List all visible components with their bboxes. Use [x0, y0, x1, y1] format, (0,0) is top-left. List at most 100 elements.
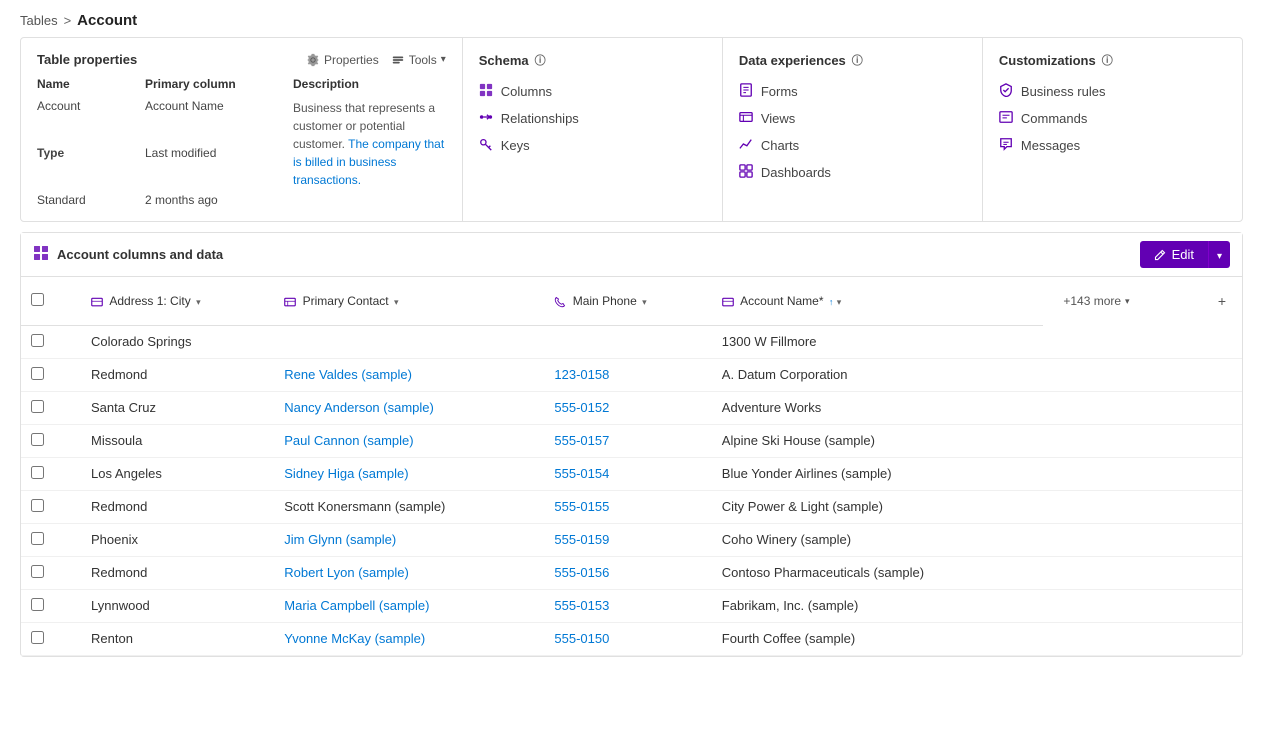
contact-cell[interactable]: Maria Campbell (sample) [274, 589, 544, 622]
account-name-cell: Fabrikam, Inc. (sample) [712, 589, 1044, 622]
address1city-header-label: Address 1: City [109, 294, 190, 308]
add-column-button[interactable]: + [1212, 285, 1232, 317]
edit-dropdown-button[interactable]: ▾ [1208, 241, 1230, 268]
row-checkbox-cell [21, 457, 81, 490]
address-col-icon [91, 294, 106, 308]
more-columns-button[interactable]: +143 more ▾ [1053, 286, 1191, 316]
customizations-info-icon[interactable]: ⓘ [1102, 52, 1113, 68]
contact-cell[interactable]: Yvonne McKay (sample) [274, 622, 544, 655]
data-exp-info-icon[interactable]: ⓘ [852, 52, 863, 68]
table-row: Santa CruzNancy Anderson (sample)555-015… [21, 391, 1242, 424]
table-grid-icon [33, 245, 49, 264]
schema-item-charts[interactable]: Charts [739, 132, 966, 159]
phone-cell[interactable]: 555-0153 [544, 589, 711, 622]
col-header-name: Name [37, 77, 137, 91]
row-checkbox[interactable] [31, 466, 44, 479]
row-checkbox[interactable] [31, 334, 44, 347]
col-header-address1city[interactable]: Address 1: City ▾ [81, 277, 274, 325]
phone-cell[interactable]: 555-0156 [544, 556, 711, 589]
phone-cell[interactable]: 555-0152 [544, 391, 711, 424]
extra-cell [1043, 457, 1242, 490]
phone-cell[interactable]: 555-0159 [544, 523, 711, 556]
schema-item-messages[interactable]: Messages [999, 132, 1226, 159]
phone-cell[interactable]: 555-0150 [544, 622, 711, 655]
schema-info-icon[interactable]: ⓘ [535, 52, 546, 68]
more-columns-label: +143 more [1063, 294, 1121, 308]
row-checkbox-cell [21, 556, 81, 589]
properties-link-label[interactable]: Properties [324, 53, 379, 67]
row-checkbox[interactable] [31, 598, 44, 611]
contact-cell[interactable]: Jim Glynn (sample) [274, 523, 544, 556]
columns-icon [479, 83, 493, 100]
city-cell: Renton [81, 622, 274, 655]
edit-icon [1154, 249, 1166, 261]
description-value: Business that represents a customer or p… [293, 99, 446, 189]
row-checkbox[interactable] [31, 532, 44, 545]
row-checkbox[interactable] [31, 565, 44, 578]
breadcrumb: Tables > Account [0, 0, 1263, 37]
contact-cell[interactable]: Rene Valdes (sample) [274, 358, 544, 391]
row-checkbox[interactable] [31, 367, 44, 380]
col-header-mainphone[interactable]: Main Phone ▾ [544, 277, 711, 325]
data-experiences-panel: Data experiences ⓘ Forms [723, 38, 983, 221]
messages-icon [999, 137, 1013, 154]
primary-column-value: Account Name [145, 99, 285, 142]
row-checkbox[interactable] [31, 433, 44, 446]
row-checkbox-cell [21, 358, 81, 391]
contact-cell[interactable]: Nancy Anderson (sample) [274, 391, 544, 424]
extra-cell [1043, 556, 1242, 589]
primarycontact-col-icon [284, 294, 299, 308]
table-row: RedmondRene Valdes (sample)123-0158A. Da… [21, 358, 1242, 391]
keys-label: Keys [501, 138, 530, 153]
row-checkbox-cell [21, 622, 81, 655]
schema-item-commands[interactable]: Commands [999, 105, 1226, 132]
views-label: Views [761, 111, 795, 126]
city-cell: Redmond [81, 556, 274, 589]
schema-item-business-rules[interactable]: Business rules [999, 78, 1226, 105]
col-header-primarycontact[interactable]: Primary Contact ▾ [274, 277, 544, 325]
edit-button[interactable]: Edit [1140, 241, 1208, 268]
relationships-label: Relationships [501, 111, 579, 126]
breadcrumb-tables[interactable]: Tables [20, 13, 58, 28]
schema-item-relationships[interactable]: Relationships [479, 105, 706, 132]
phone-cell[interactable]: 555-0157 [544, 424, 711, 457]
panel-tools: Properties Tools ▾ [306, 53, 446, 67]
schema-item-forms[interactable]: Forms [739, 78, 966, 105]
select-all-checkbox[interactable] [31, 293, 44, 306]
tools-link[interactable]: Tools ▾ [391, 53, 446, 67]
more-columns-header[interactable]: +143 more ▾ [1043, 277, 1201, 325]
phone-cell[interactable]: 123-0158 [544, 358, 711, 391]
contact-cell[interactable]: Sidney Higa (sample) [274, 457, 544, 490]
table-properties-panel: Table properties Properties Tools [21, 38, 463, 221]
phone-cell [544, 325, 711, 358]
schema-item-views[interactable]: Views [739, 105, 966, 132]
schema-item-keys[interactable]: Keys [479, 132, 706, 159]
forms-icon [739, 83, 753, 100]
dashboards-label: Dashboards [761, 165, 831, 180]
columns-label: Columns [501, 84, 552, 99]
row-checkbox[interactable] [31, 631, 44, 644]
more-columns-chevron-icon: ▾ [1125, 296, 1130, 307]
primarycontact-header-label: Primary Contact [303, 294, 389, 308]
row-checkbox[interactable] [31, 499, 44, 512]
contact-cell[interactable]: Paul Cannon (sample) [274, 424, 544, 457]
top-panel: Table properties Properties Tools [20, 37, 1243, 222]
dashboards-icon [739, 164, 753, 181]
phone-cell[interactable]: 555-0154 [544, 457, 711, 490]
data-section: Account columns and data Edit ▾ [20, 232, 1243, 657]
contact-cell[interactable]: Robert Lyon (sample) [274, 556, 544, 589]
schema-item-dashboards[interactable]: Dashboards [739, 159, 966, 186]
row-checkbox-cell [21, 589, 81, 622]
data-experiences-title: Data experiences [739, 53, 846, 68]
row-checkbox[interactable] [31, 400, 44, 413]
properties-link[interactable]: Properties [306, 53, 379, 67]
phone-cell[interactable]: 555-0155 [544, 490, 711, 523]
messages-label: Messages [1021, 138, 1080, 153]
city-cell: Los Angeles [81, 457, 274, 490]
extra-cell [1043, 523, 1242, 556]
table-row: RedmondRobert Lyon (sample)555-0156Conto… [21, 556, 1242, 589]
schema-item-columns[interactable]: Columns [479, 78, 706, 105]
commands-label: Commands [1021, 111, 1087, 126]
col-header-accountname[interactable]: Account Name* ↑ ▾ [712, 277, 1044, 325]
tools-link-label[interactable]: Tools [409, 53, 437, 67]
